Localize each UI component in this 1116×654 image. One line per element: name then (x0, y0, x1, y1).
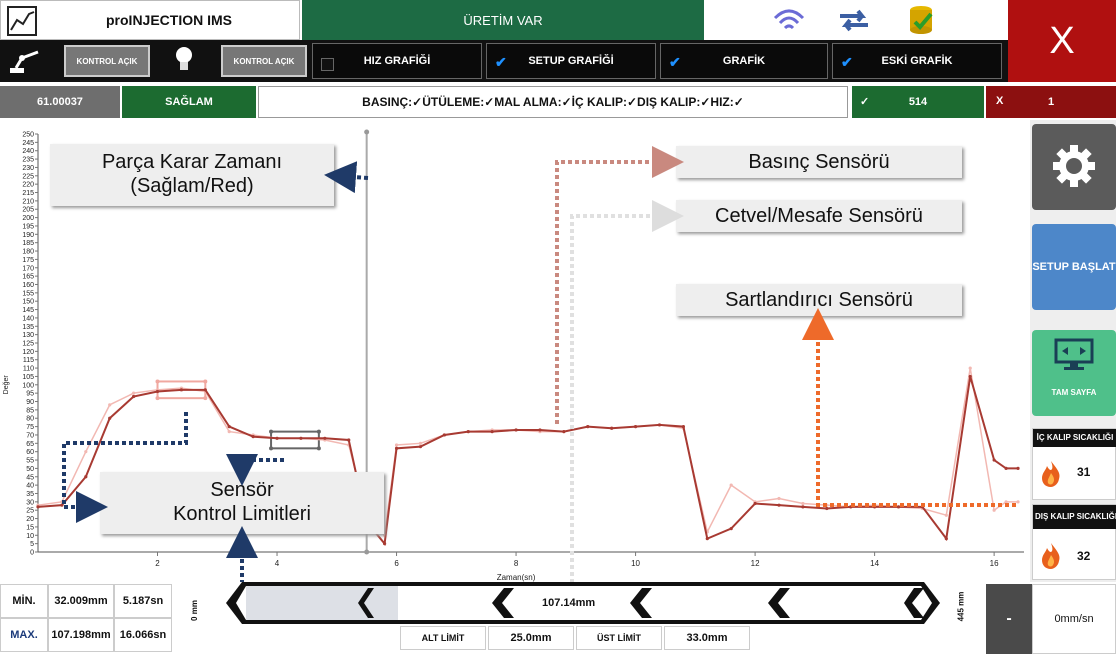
limits-arrow-top (226, 454, 284, 486)
position-fill (246, 586, 398, 620)
upper-limit-label: ÜST LİMİT (576, 626, 662, 650)
fail-count: 1 (1047, 96, 1055, 108)
flame-icon (1042, 461, 1060, 487)
settings-button[interactable] (1032, 124, 1116, 210)
lower-limit-label: ALT LİMİT (400, 626, 486, 650)
annotation-arrows (62, 146, 1016, 635)
scale-left-label: 0 mm (189, 600, 199, 621)
fullscreen-button[interactable]: TAM SAYFA (1032, 330, 1116, 416)
conditioner-arrow (802, 308, 1016, 507)
limits-arrow-left (62, 412, 188, 523)
fullscreen-label: TAM SAYFA (1051, 388, 1097, 397)
outer-temp-value: 32 (1077, 549, 1091, 563)
setup-start-button[interactable]: SETUP BAŞLAT (1032, 224, 1116, 310)
inner-temp-value: 31 (1077, 465, 1091, 479)
outer-temp-label: DIŞ KALIP SICAKLIĞI (1033, 505, 1116, 529)
max-sn: 16.066sn (114, 618, 172, 652)
right-sidebar: SETUP BAŞLAT TAM SAYFA İÇ KALIP SICAKLIĞ… (1030, 120, 1116, 582)
gear-icon (1053, 145, 1095, 187)
scale-right-label: 445 mm (956, 591, 966, 622)
inner-temp-label: İÇ KALIP SICAKLIĞI (1033, 429, 1116, 447)
outer-mold-temp: DIŞ KALIP SICAKLIĞI 32 (1032, 504, 1116, 580)
position-slider[interactable]: 107.14mm (224, 582, 940, 624)
speed-value: 0mm/sn (1032, 584, 1116, 654)
flame-icon (1042, 543, 1060, 569)
max-mm: 107.198mm (48, 618, 114, 652)
max-label: MAX. (0, 618, 48, 652)
lower-limit-value: 25.0mm (488, 626, 574, 650)
monitor-icon (1054, 338, 1094, 370)
decision-arrow (324, 161, 369, 194)
upper-limit-value: 33.0mm (664, 626, 750, 650)
min-sn: 5.187sn (114, 584, 172, 618)
min-label: MİN. (0, 584, 48, 618)
inner-mold-temp: İÇ KALIP SICAKLIĞI 31 (1032, 428, 1116, 500)
ruler-arrow (570, 200, 684, 590)
position-value: 107.14mm (542, 597, 596, 609)
bottom-panel: MİN. 32.009mm 5.187sn MAX. 107.198mm 16.… (0, 582, 1116, 654)
min-mm: 32.009mm (48, 584, 114, 618)
decrease-button[interactable]: - (986, 584, 1032, 654)
